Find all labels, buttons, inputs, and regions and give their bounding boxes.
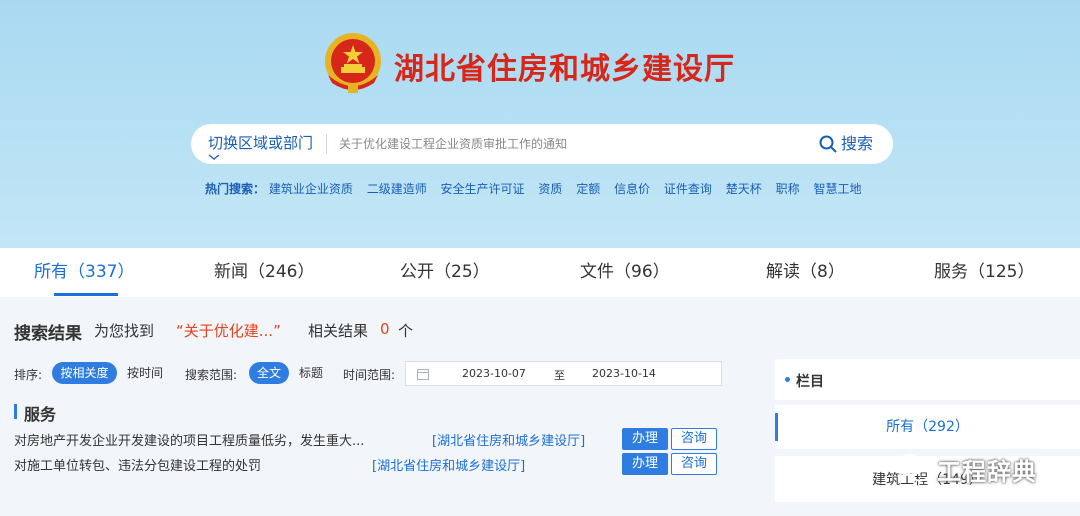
handle-button[interactable]: 办理 [622, 453, 668, 475]
hot-search-link[interactable]: 资质 [538, 182, 562, 196]
hot-search-link[interactable]: 职称 [776, 182, 800, 196]
results-count: 0 [380, 320, 390, 338]
tab-all[interactable]: 所有（337） [34, 248, 134, 297]
consult-button[interactable]: 咨询 [671, 453, 717, 475]
date-to-label: 至 [554, 369, 565, 382]
results-related-text: 相关结果 [308, 322, 369, 340]
results-title: 搜索结果 [14, 324, 82, 344]
national-emblem-icon [322, 31, 384, 95]
date-range-picker[interactable]: 2023-10-07 至 2023-10-14 [405, 361, 722, 386]
sort-time-button[interactable]: 按时间 [120, 362, 170, 384]
tab-interpretation[interactable]: 解读（8） [766, 248, 845, 297]
hot-search-link[interactable]: 二级建造师 [367, 182, 427, 196]
watermark-text: 工程辞典 [937, 458, 1037, 486]
hot-searches: 热门搜索： 建筑业企业资质 二级建造师 安全生产许可证 资质 定额 信息价 证件… [205, 180, 871, 197]
hot-search-link[interactable]: 信息价 [614, 182, 650, 196]
results-query: “关于优化建...” [176, 322, 281, 340]
service-department-link[interactable]: [湖北省住房和城乡建设厅] [372, 455, 525, 474]
scope-title-button[interactable]: 标题 [292, 362, 330, 384]
column-panel-header: 栏目 [775, 359, 1080, 400]
sort-relevance-button[interactable]: 按相关度 [52, 362, 117, 384]
column-item-all[interactable]: 所有（292） [775, 405, 1080, 449]
services-section-marker [14, 404, 17, 419]
result-tabs: 所有（337） 新闻（246） 公开（25） 文件（96） 解读（8） 服务（1… [0, 248, 1080, 297]
chevron-down-icon [208, 154, 220, 160]
time-range-label: 时间范围: [343, 368, 396, 382]
handle-button[interactable]: 办理 [622, 428, 668, 450]
hot-search-link[interactable]: 证件查询 [664, 182, 712, 196]
hot-search-link[interactable]: 安全生产许可证 [441, 182, 525, 196]
site-title: 湖北省住房和城乡建设厅 [394, 52, 735, 87]
results-unit: 个 [398, 322, 414, 340]
sort-label: 排序: [14, 368, 43, 382]
tab-services[interactable]: 服务（125） [934, 248, 1034, 297]
service-title-link[interactable]: 对施工单位转包、违法分包建设工程的处罚 [14, 455, 261, 474]
hot-search-link[interactable]: 建筑业企业资质 [269, 182, 353, 196]
wechat-icon [896, 454, 932, 482]
service-department-link[interactable]: [湖北省住房和城乡建设厅] [432, 430, 585, 449]
bullet-icon [785, 377, 790, 382]
service-row: 对房地产开发企业开发建设的项目工程质量低劣，发生重大... [湖北省住房和城乡建… [14, 427, 724, 451]
search-button-label: 搜索 [841, 134, 874, 153]
search-icon [819, 135, 837, 153]
search-bar: 切换区域或部门 搜索 [191, 124, 893, 164]
tab-news[interactable]: 新闻（246） [214, 248, 314, 297]
column-item-label: 所有（292） [886, 419, 969, 435]
hot-searches-label: 热门搜索： [205, 182, 266, 196]
tab-documents[interactable]: 文件（96） [580, 248, 670, 297]
site-header: 湖北省住房和城乡建设厅 切换区域或部门 搜索 热门搜索： 建筑业企业资质 二级建… [0, 0, 1080, 248]
column-panel-title: 栏目 [796, 374, 824, 390]
region-switch-label: 切换区域或部门 [208, 134, 314, 152]
service-title-link[interactable]: 对房地产开发企业开发建设的项目工程质量低劣，发生重大... [14, 430, 364, 449]
region-switch-button[interactable]: 切换区域或部门 [208, 124, 313, 164]
tab-public[interactable]: 公开（25） [400, 248, 490, 297]
service-row: 对施工单位转包、违法分包建设工程的处罚 [湖北省住房和城乡建设厅] 办理 咨询 [14, 452, 724, 476]
services-title: 服务 [24, 405, 57, 424]
search-divider [326, 134, 327, 154]
search-button[interactable]: 搜索 [819, 124, 873, 164]
results-found-text: 为您找到 [94, 322, 155, 340]
date-from[interactable]: 2023-10-07 [462, 367, 526, 380]
scope-fulltext-button[interactable]: 全文 [249, 362, 289, 384]
hot-search-link[interactable]: 楚天杯 [726, 182, 762, 196]
calendar-icon [417, 369, 429, 380]
active-tab-indicator [54, 293, 118, 296]
scope-label: 搜索范围: [185, 368, 238, 382]
hot-search-link[interactable]: 智慧工地 [813, 182, 861, 196]
hot-search-link[interactable]: 定额 [576, 182, 600, 196]
search-input[interactable] [339, 130, 809, 158]
date-to[interactable]: 2023-10-14 [592, 367, 656, 380]
consult-button[interactable]: 咨询 [671, 428, 717, 450]
